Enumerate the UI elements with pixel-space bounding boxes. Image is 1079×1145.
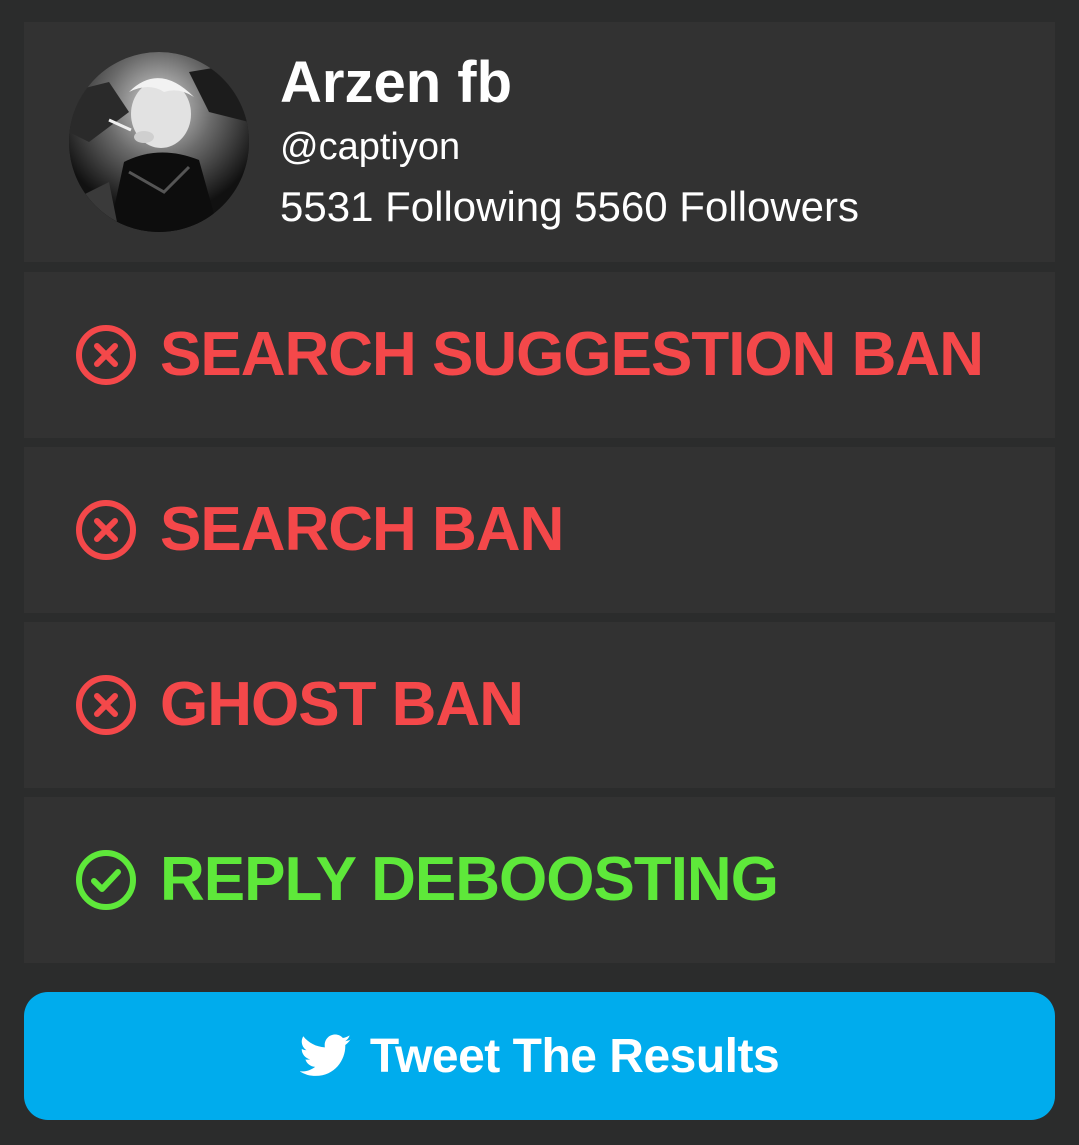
x-circle-icon (76, 325, 136, 385)
tweet-results-button[interactable]: Tweet The Results (24, 992, 1055, 1120)
follow-stats: 5531 Following 5560 Followers (280, 183, 859, 230)
check-circle-icon (76, 850, 136, 910)
result-reply-deboosting: REPLY DEBOOSTING (24, 797, 1055, 963)
x-circle-icon (76, 675, 136, 735)
result-label: GHOST BAN (160, 670, 524, 739)
profile-name: Arzen fb (280, 50, 512, 115)
tweet-button-label: Tweet The Results (369, 1029, 780, 1083)
result-label: REPLY DEBOOSTING (160, 845, 779, 914)
result-label: SEARCH SUGGESTION BAN (160, 320, 984, 389)
result-search-ban: SEARCH BAN (24, 447, 1055, 613)
profile-card: Arzen fb @captiyon 5531 Following 5560 F… (24, 22, 1055, 262)
result-search-suggestion-ban: SEARCH SUGGESTION BAN (24, 272, 1055, 438)
avatar (69, 52, 249, 232)
result-ghost-ban: GHOST BAN (24, 622, 1055, 788)
x-circle-icon (76, 500, 136, 560)
result-label: SEARCH BAN (160, 495, 564, 564)
profile-handle: @captiyon (280, 126, 461, 168)
profile-photo (69, 52, 249, 232)
twitter-bird-icon (299, 1034, 351, 1076)
